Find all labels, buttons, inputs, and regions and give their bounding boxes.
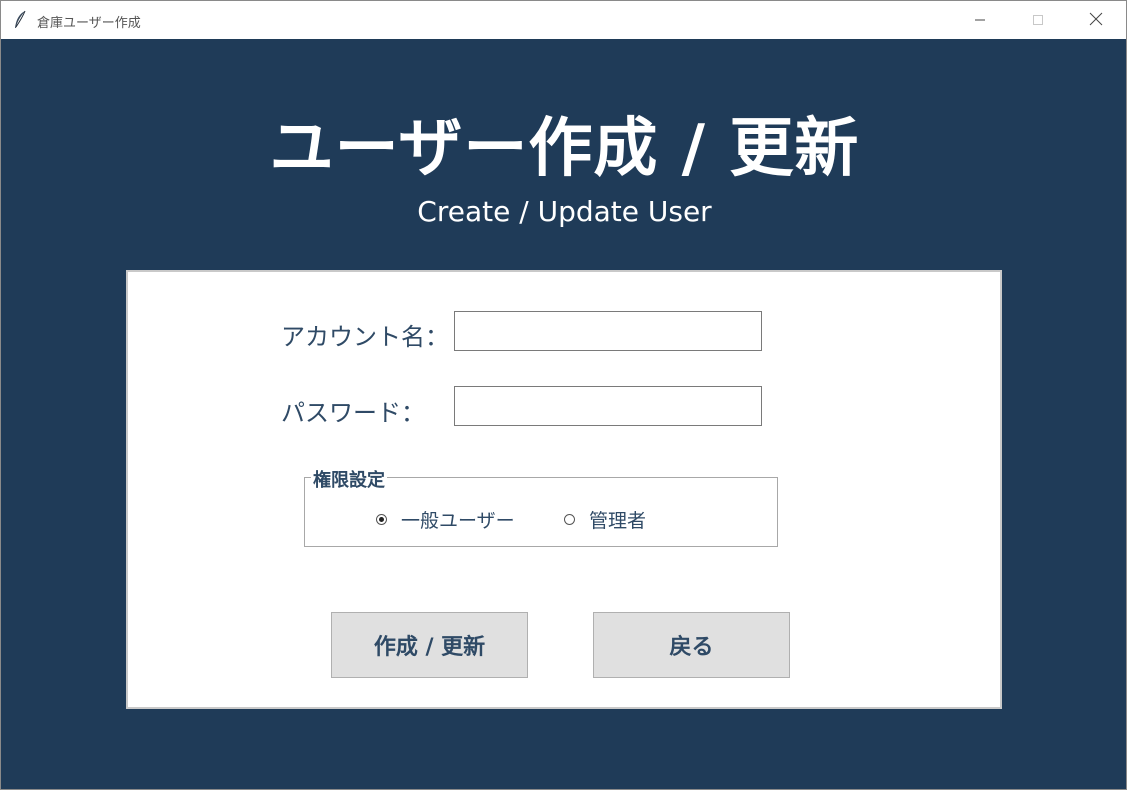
account-name-input[interactable] (454, 311, 762, 351)
maximize-icon (1032, 11, 1044, 30)
close-icon (1089, 11, 1103, 30)
close-button[interactable] (1067, 1, 1125, 39)
back-button[interactable]: 戻る (593, 612, 790, 678)
radio-unchecked-icon (564, 514, 575, 525)
create-update-button[interactable]: 作成 / 更新 (331, 612, 528, 678)
title-bar[interactable]: 倉庫ユーザー作成 (1, 1, 1126, 39)
radio-label-admin: 管理者 (589, 510, 647, 532)
minimize-icon (974, 11, 986, 30)
radio-label-general-user: 一般ユーザー (401, 510, 515, 532)
app-window: 倉庫ユーザー作成 ユーザー作成 / 更新 Create / Update Use… (0, 0, 1127, 790)
radio-checked-icon (376, 514, 387, 525)
account-label: アカウント名： (281, 323, 449, 351)
feather-icon (13, 10, 27, 30)
page-subtitle: Create / Update User (417, 195, 712, 228)
maximize-button[interactable] (1009, 1, 1067, 39)
permission-group: 権限設定 一般ユーザー 管理者 (304, 466, 778, 547)
main-content: ユーザー作成 / 更新 Create / Update User アカウント名：… (1, 39, 1126, 789)
window-title: 倉庫ユーザー作成 (37, 16, 141, 31)
password-input[interactable] (454, 386, 762, 426)
radio-admin[interactable]: 管理者 (564, 506, 646, 533)
page-title: ユーザー作成 / 更新 (269, 112, 860, 186)
password-label: パスワード： (281, 399, 425, 427)
form-panel: アカウント名： パスワード： 権限設定 一般ユーザー 管理者 作成 / 更新 戻… (126, 270, 1002, 709)
minimize-button[interactable] (951, 1, 1009, 39)
radio-general-user[interactable]: 一般ユーザー (376, 506, 515, 533)
permission-legend: 権限設定 (311, 466, 387, 492)
